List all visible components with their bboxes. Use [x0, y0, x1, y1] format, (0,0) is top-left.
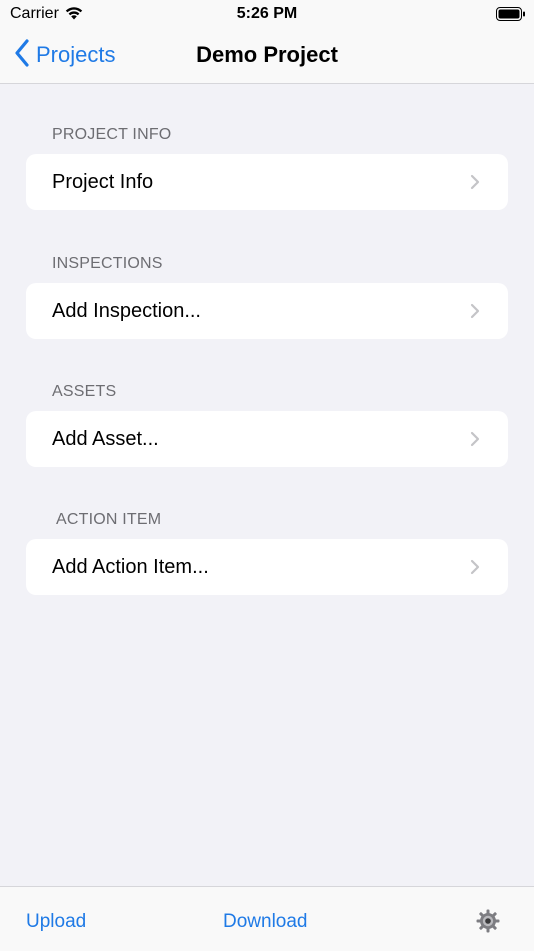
add-asset-cell[interactable]: Add Asset... — [26, 411, 508, 467]
project-info-cell[interactable]: Project Info — [26, 154, 508, 210]
navigation-bar: Projects Demo Project — [0, 30, 534, 84]
add-inspection-label: Add Inspection... — [52, 300, 201, 322]
upload-button[interactable]: Upload — [26, 911, 86, 933]
add-inspection-cell[interactable]: Add Inspection... — [26, 283, 508, 339]
section-header-inspections: INSPECTIONS — [52, 255, 163, 272]
chevron-right-icon — [470, 174, 480, 195]
battery-icon — [496, 6, 526, 27]
section-header-assets: ASSETS — [52, 383, 117, 400]
download-button[interactable]: Download — [223, 911, 308, 933]
chevron-right-icon — [470, 431, 480, 452]
add-asset-label: Add Asset... — [52, 428, 159, 450]
chevron-right-icon — [470, 303, 480, 324]
add-action-item-cell[interactable]: Add Action Item... — [26, 539, 508, 595]
gear-icon[interactable] — [476, 909, 500, 938]
chevron-right-icon — [470, 559, 480, 580]
project-info-label: Project Info — [52, 171, 154, 193]
bottom-toolbar: Upload Download — [0, 886, 534, 951]
add-action-item-label: Add Action Item... — [52, 556, 209, 578]
section-header-action-item: ACTION ITEM — [56, 511, 162, 528]
page-title: Demo Project — [196, 42, 338, 67]
section-header-project-info: PROJECT INFO — [52, 126, 172, 143]
status-bar: Carrier 5:26 PM — [0, 0, 534, 30]
status-time: 5:26 PM — [236, 5, 298, 22]
